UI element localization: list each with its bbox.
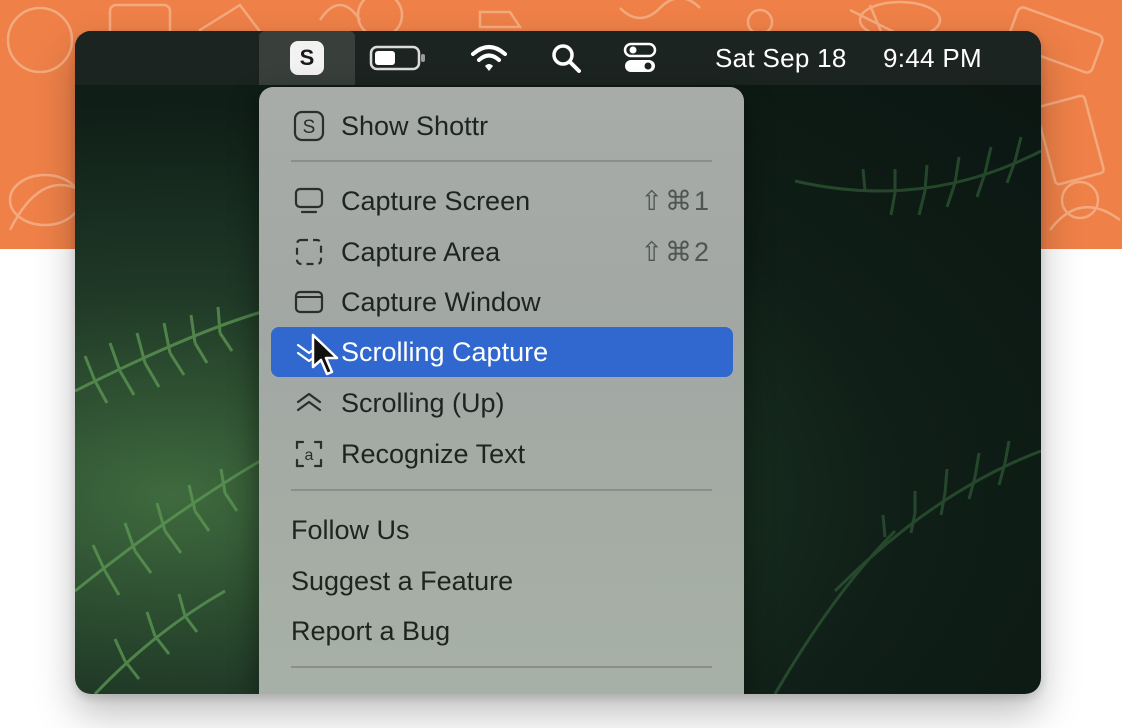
svg-text:a: a bbox=[305, 447, 314, 464]
shottr-s-icon: S bbox=[291, 108, 327, 144]
menu-item-suggest-feature[interactable]: Suggest a Feature bbox=[271, 556, 733, 606]
menu-item-capture-screen[interactable]: Capture Screen ⇧⌘1 bbox=[271, 176, 733, 226]
battery-icon[interactable] bbox=[367, 31, 429, 85]
menu-item-label: Report a Bug bbox=[291, 615, 451, 646]
menu-item-label: Follow Us bbox=[291, 514, 410, 545]
window-icon bbox=[291, 284, 327, 320]
menu-item-label: Capture Screen bbox=[341, 185, 531, 216]
wifi-icon[interactable] bbox=[465, 31, 513, 85]
menu-separator bbox=[291, 160, 712, 162]
menu-item-label: Capture Area bbox=[341, 236, 501, 267]
menu-item-label: Show Shottr bbox=[341, 110, 489, 141]
menu-bar: S Sat Sep 18 9:44 PM bbox=[75, 31, 1041, 85]
svg-text:S: S bbox=[303, 117, 316, 138]
spotlight-search-icon[interactable] bbox=[545, 31, 587, 85]
screen-icon bbox=[291, 183, 327, 219]
keyboard-shortcut: ⇧⌘2 bbox=[640, 236, 711, 267]
menubar-date[interactable]: Sat Sep 18 bbox=[715, 31, 847, 85]
menu-item-capture-area[interactable]: Capture Area ⇧⌘2 bbox=[271, 227, 733, 277]
menu-item-scrolling-up[interactable]: Scrolling (Up) bbox=[271, 378, 733, 428]
desktop-screen: S Sat Sep 18 9:44 PM S Show Shottr Captu… bbox=[75, 31, 1041, 694]
shottr-dropdown-menu: S Show Shottr Capture Screen ⇧⌘1 Capture… bbox=[259, 87, 744, 694]
menu-item-label: Recognize Text bbox=[341, 438, 526, 469]
menu-separator bbox=[291, 666, 712, 668]
menu-item-capture-window[interactable]: Capture Window bbox=[271, 277, 733, 327]
menu-item-label: Suggest a Feature bbox=[291, 565, 514, 596]
mouse-pointer-icon bbox=[311, 333, 339, 376]
text-recognize-icon: a bbox=[291, 436, 327, 472]
shottr-menubar-button[interactable]: S bbox=[259, 31, 355, 85]
menu-item-label: Scrolling (Up) bbox=[341, 387, 505, 418]
chevron-up-icon bbox=[291, 385, 327, 421]
shottr-app-icon: S bbox=[290, 41, 324, 75]
menu-item-scrolling-capture[interactable]: Scrolling Capture bbox=[271, 327, 733, 377]
menu-item-label: Capture Window bbox=[341, 286, 541, 317]
menubar-time[interactable]: 9:44 PM bbox=[883, 31, 982, 85]
menu-item-report-bug[interactable]: Report a Bug bbox=[271, 606, 733, 656]
menu-item-label: Scrolling Capture bbox=[341, 336, 549, 367]
keyboard-shortcut: ⇧⌘1 bbox=[640, 185, 711, 216]
menu-item-follow-us[interactable]: Follow Us bbox=[271, 505, 733, 555]
menu-separator bbox=[291, 489, 712, 491]
menu-item-recognize-text[interactable]: a Recognize Text bbox=[271, 429, 733, 479]
dashed-area-icon bbox=[291, 234, 327, 270]
menu-item-show-shottr[interactable]: S Show Shottr bbox=[271, 101, 733, 151]
control-center-icon[interactable] bbox=[619, 31, 661, 85]
